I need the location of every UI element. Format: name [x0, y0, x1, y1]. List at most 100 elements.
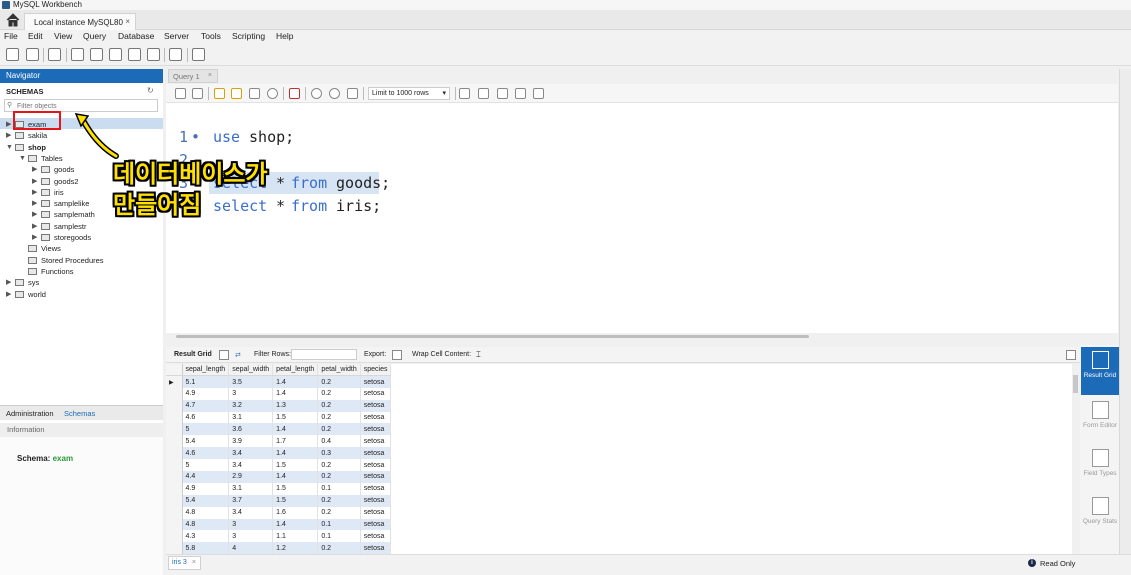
wrap-lines-icon[interactable]: [533, 88, 544, 99]
table-cell[interactable]: 0.4: [317, 435, 361, 448]
table-cell[interactable]: 1.4: [272, 518, 319, 531]
rollback-icon[interactable]: [329, 88, 340, 99]
refresh-icon[interactable]: ↻: [147, 86, 154, 95]
table-cell[interactable]: 0.1: [317, 482, 361, 495]
table-row[interactable]: 5.8 4 1.2 0.2 setosa: [166, 542, 392, 555]
tab-schemas[interactable]: Schemas: [64, 409, 95, 418]
sql-editor[interactable]: 1 • use shop; 2 3 • select * from goods; 4 • s…: [166, 103, 1118, 333]
table-cell[interactable]: 1.4: [272, 387, 319, 400]
tree-item-samplestr[interactable]: ▶ samplestr: [32, 221, 160, 232]
chevron-right-icon[interactable]: ▶: [32, 221, 37, 232]
table-cell[interactable]: 3: [228, 530, 274, 543]
export-icon[interactable]: [392, 350, 402, 360]
table-cell[interactable]: 5.1: [182, 375, 230, 388]
tree-item-sys[interactable]: ▶ sys: [6, 277, 160, 288]
table-cell[interactable]: 1.4: [272, 423, 319, 436]
chevron-down-icon[interactable]: ▼: [19, 153, 26, 164]
filter-rows-input[interactable]: [291, 349, 357, 360]
row-header[interactable]: [166, 399, 183, 412]
table-row[interactable]: ▶ 5.1 3.5 1.4 0.2 setosa: [166, 375, 392, 388]
row-header[interactable]: [166, 423, 183, 436]
connection-tab[interactable]: Local instance MySQL80 ×: [24, 13, 136, 30]
result-grid-button[interactable]: Result Grid: [1081, 347, 1119, 395]
stop-icon[interactable]: [267, 88, 278, 99]
table-cell[interactable]: 0.2: [317, 506, 361, 519]
table-cell[interactable]: 0.2: [317, 411, 361, 424]
table-cell[interactable]: 0.2: [317, 471, 361, 483]
table-cell[interactable]: 1.5: [272, 411, 319, 424]
table-cell[interactable]: 3.6: [228, 423, 274, 436]
close-icon[interactable]: ×: [125, 17, 130, 26]
table-cell[interactable]: 5.4: [182, 494, 230, 507]
chevron-right-icon[interactable]: ▶: [32, 232, 37, 243]
explain-icon[interactable]: [249, 88, 260, 99]
row-header[interactable]: [166, 447, 183, 460]
table-cell[interactable]: setosa: [360, 459, 392, 472]
table-cell[interactable]: 4.9: [182, 387, 230, 400]
table-cell[interactable]: setosa: [360, 494, 392, 507]
close-icon[interactable]: ×: [208, 72, 212, 79]
table-cell[interactable]: 0.1: [317, 530, 361, 543]
tab-administration[interactable]: Administration: [6, 409, 54, 418]
table-row[interactable]: 4.6 3.1 1.5 0.2 setosa: [166, 411, 392, 424]
tree-item-world[interactable]: ▶ world: [6, 289, 160, 300]
column-header[interactable]: species: [360, 364, 392, 377]
menu-edit[interactable]: Edit: [28, 31, 43, 41]
table-cell[interactable]: 0.2: [317, 387, 361, 400]
grid-icon[interactable]: [219, 350, 229, 360]
limit-rows-select[interactable]: Limit to 1000 rows ▾: [368, 87, 450, 100]
table-cell[interactable]: setosa: [360, 387, 392, 400]
query-tab[interactable]: Query 1 ×: [168, 69, 218, 83]
table-row[interactable]: 4.3 3 1.1 0.1 setosa: [166, 530, 392, 543]
table-row[interactable]: 4.8 3.4 1.6 0.2 setosa: [166, 506, 392, 519]
table-cell[interactable]: 3: [228, 387, 274, 400]
menu-scripting[interactable]: Scripting: [232, 31, 265, 41]
tree-item-stored-procedures[interactable]: Stored Procedures: [19, 255, 160, 266]
table-cell[interactable]: 1.2: [272, 542, 319, 555]
tree-item-views[interactable]: Views: [19, 243, 160, 254]
table-cell[interactable]: setosa: [360, 447, 392, 460]
table-cell[interactable]: 4.6: [182, 447, 230, 460]
table-cell[interactable]: setosa: [360, 518, 392, 531]
table-row[interactable]: 4.7 3.2 1.3 0.2 setosa: [166, 399, 392, 412]
menu-server[interactable]: Server: [164, 31, 189, 41]
table-cell[interactable]: setosa: [360, 435, 392, 448]
table-row[interactable]: 4.8 3 1.4 0.1 setosa: [166, 518, 392, 531]
table-cell[interactable]: 5.8: [182, 542, 230, 555]
add-snippet-icon[interactable]: [459, 88, 470, 99]
table-cell[interactable]: 3.7: [228, 494, 274, 507]
row-header[interactable]: [166, 482, 183, 495]
chevron-down-icon[interactable]: ▼: [6, 142, 13, 153]
table-row[interactable]: 4.9 3.1 1.5 0.1 setosa: [166, 482, 392, 495]
field-types-button[interactable]: Field Types: [1081, 445, 1119, 493]
table-cell[interactable]: setosa: [360, 471, 392, 483]
table-row[interactable]: 5 3.4 1.5 0.2 setosa: [166, 459, 392, 472]
table-row[interactable]: 4.9 3 1.4 0.2 setosa: [166, 387, 392, 400]
table-cell[interactable]: 5: [182, 459, 230, 472]
row-header[interactable]: [166, 542, 183, 555]
table-cell[interactable]: 0.2: [317, 423, 361, 436]
create-view-icon[interactable]: [109, 48, 122, 61]
table-cell[interactable]: 3.2: [228, 399, 274, 412]
execute-current-icon[interactable]: [231, 88, 242, 99]
chevron-right-icon[interactable]: ▶: [6, 277, 11, 288]
menu-view[interactable]: View: [54, 31, 72, 41]
table-cell[interactable]: 1.5: [272, 494, 319, 507]
menu-tools[interactable]: Tools: [201, 31, 221, 41]
table-cell[interactable]: 4.4: [182, 471, 230, 483]
column-header[interactable]: sepal_width: [228, 364, 274, 377]
chevron-right-icon[interactable]: ▶: [32, 187, 37, 198]
table-cell[interactable]: setosa: [360, 399, 392, 412]
result-tab[interactable]: iris 3 ×: [168, 556, 201, 570]
table-row[interactable]: 5 3.6 1.4 0.2 setosa: [166, 423, 392, 436]
table-cell[interactable]: setosa: [360, 506, 392, 519]
form-editor-button[interactable]: Form Editor: [1081, 397, 1119, 445]
search-table-data-icon[interactable]: [169, 48, 182, 61]
table-cell[interactable]: 4.3: [182, 530, 230, 543]
menu-file[interactable]: File: [4, 31, 18, 41]
wrap-cell-icon[interactable]: ⌶: [476, 350, 486, 360]
table-cell[interactable]: 1.4: [272, 375, 319, 388]
table-cell[interactable]: 5.4: [182, 435, 230, 448]
table-cell[interactable]: 1.7: [272, 435, 319, 448]
row-header[interactable]: [166, 459, 183, 472]
